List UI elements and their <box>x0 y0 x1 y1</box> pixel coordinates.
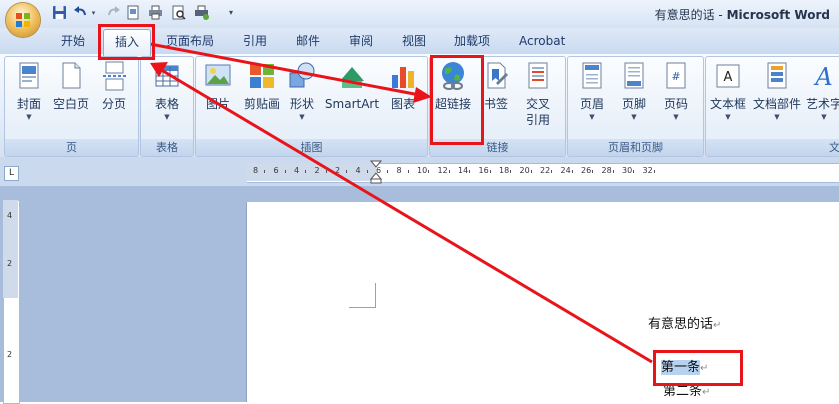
office-logo-icon <box>16 13 30 27</box>
arrow-selection-to-insert <box>157 66 653 364</box>
office-button[interactable] <box>6 3 40 37</box>
tab-insert[interactable]: 插入 <box>103 29 151 56</box>
annotation-arrows <box>149 42 653 364</box>
arrowhead-insert <box>150 62 168 77</box>
arrowhead-hyperlink <box>413 87 432 103</box>
